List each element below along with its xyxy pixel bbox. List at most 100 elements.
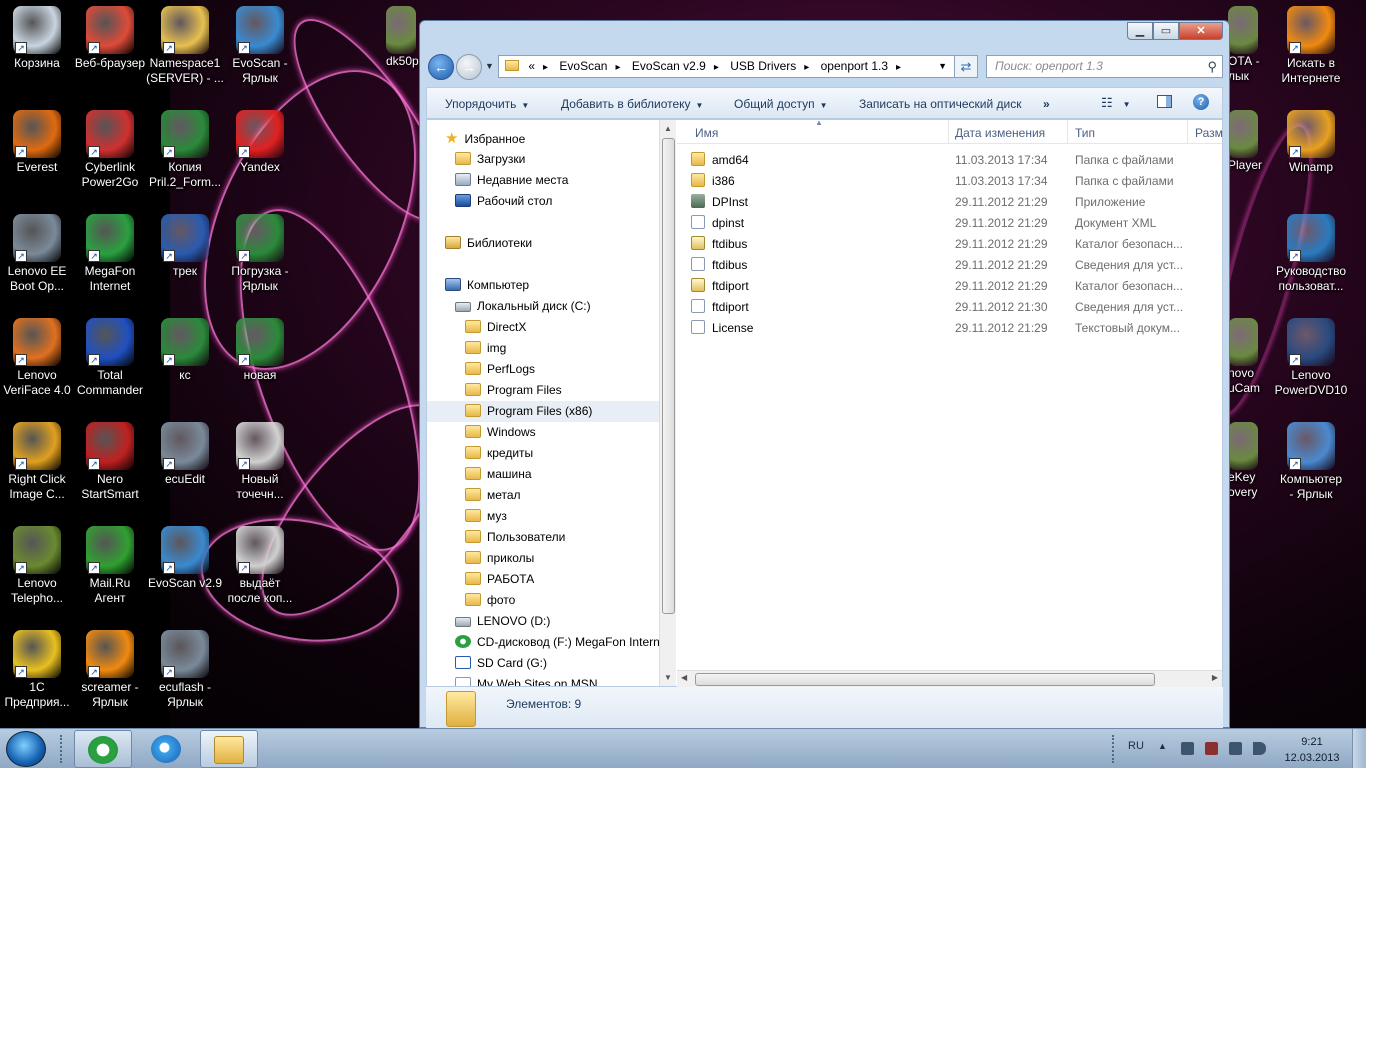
scroll-down-arrow[interactable]: ▼ xyxy=(664,673,672,682)
desktop-icon-onekey-partial[interactable]: eKey overy xyxy=(1228,422,1268,500)
desktop-icon-novaya-xls[interactable]: ↗ новая xyxy=(221,318,299,383)
column-separator[interactable] xyxy=(1067,120,1068,144)
nav-cd-drive-f[interactable]: CD-дисковод (F:) MegaFon Interne xyxy=(455,632,659,653)
file-row[interactable]: ftdibus 29.11.2012 21:29 Каталог безопасн.… xyxy=(691,234,1211,255)
desktop-icon-right-click-image[interactable]: ↗ Right Click Image C... xyxy=(0,422,76,502)
column-date[interactable]: Дата изменения xyxy=(955,126,1045,140)
file-row[interactable]: i386 11.03.2013 17:34 Папка с файлами xyxy=(691,171,1211,192)
column-size[interactable]: Разм xyxy=(1195,126,1223,140)
breadcrumb-usb-drivers[interactable]: USB Drivers xyxy=(730,59,796,73)
scroll-right-arrow[interactable]: ▶ xyxy=(1212,673,1218,682)
organize-button[interactable]: Упорядочить ▼ xyxy=(445,97,529,111)
nav-local-disk-c[interactable]: Локальный диск (C:) xyxy=(455,296,591,317)
network-error-icon[interactable] xyxy=(1205,742,1218,755)
nav-msn-web-sites[interactable]: My Web Sites on MSN xyxy=(455,674,597,686)
desktop-icon-computer-shortcut[interactable]: ↗ Компьютер - Ярлык xyxy=(1268,422,1354,502)
desktop-icon-search-internet[interactable]: ↗ Искать в Интернете xyxy=(1268,6,1354,86)
desktop-icon-screamer-shortcut[interactable]: ↗ screamer - Ярлык xyxy=(71,630,149,710)
nav-folder[interactable]: метал xyxy=(465,485,521,506)
desktop-icon-kopiya-pril[interactable]: ↗ Копия Pril.2_Form... xyxy=(146,110,224,190)
nav-folder[interactable]: Program Files (x86) xyxy=(427,401,659,422)
nav-folder[interactable]: РАБОТА xyxy=(465,569,534,590)
preview-pane-button[interactable] xyxy=(1157,95,1172,111)
file-row[interactable]: amd64 11.03.2013 17:34 Папка с файлами xyxy=(691,150,1211,171)
show-hidden-icons[interactable]: ▲ xyxy=(1158,741,1167,751)
desktop-icon-everest[interactable]: ↗ Everest xyxy=(0,110,76,175)
nav-folder[interactable]: img xyxy=(465,338,506,359)
horizontal-scrollbar[interactable]: ◀ ▶ xyxy=(677,670,1222,687)
nav-favorites[interactable]: ★ Избранное xyxy=(445,128,525,149)
address-bar[interactable]: « ▸ EvoScan ▸ EvoScan v2.9 ▸ USB Drivers ▸ o… xyxy=(498,55,978,78)
desktop-icon-megafon-internet[interactable]: ↗ MegaFon Internet xyxy=(71,214,149,294)
back-button[interactable]: ← xyxy=(428,54,454,80)
nav-sd-card-g[interactable]: SD Card (G:) xyxy=(455,653,547,674)
breadcrumb-openport[interactable]: openport 1.3 xyxy=(821,59,888,73)
desktop-icon-nero-startsmart[interactable]: ↗ Nero StartSmart xyxy=(71,422,149,502)
taskbar-internet-explorer[interactable] xyxy=(138,730,196,768)
share-button[interactable]: Общий доступ ▼ xyxy=(734,97,828,111)
desktop-icon-yandex[interactable]: ↗ Yandex xyxy=(221,110,299,175)
desktop-icon-evoscan-v29[interactable]: ↗ EvoScan v2.9 xyxy=(146,526,224,591)
file-row[interactable]: ftdiport 29.11.2012 21:30 Сведения для уст… xyxy=(691,297,1211,318)
volume-icon[interactable] xyxy=(1253,742,1266,755)
refresh-button[interactable]: ⇄ xyxy=(954,55,978,78)
burn-button[interactable]: Записать на оптический диск xyxy=(859,97,1022,111)
close-button[interactable]: ✕ xyxy=(1179,22,1223,40)
column-name[interactable]: Имя xyxy=(695,126,718,140)
breadcrumb-overflow[interactable]: « xyxy=(528,59,535,73)
desktop-icon-ecuflash-shortcut[interactable]: ↗ ecuflash - Ярлык xyxy=(146,630,224,710)
file-row[interactable]: dpinst 29.11.2012 21:29 Документ XML xyxy=(691,213,1211,234)
nav-folder[interactable]: Program Files xyxy=(465,380,562,401)
scroll-thumb[interactable] xyxy=(662,138,675,614)
nav-folder[interactable]: приколы xyxy=(465,548,534,569)
nav-libraries[interactable]: Библиотеки xyxy=(445,233,532,254)
maximize-button[interactable]: ▭ xyxy=(1153,22,1179,40)
desktop-icon-lenovo-ucam-partial[interactable]: novo uCam xyxy=(1228,318,1268,396)
scroll-thumb[interactable] xyxy=(695,673,1155,686)
desktop-icon-novy-tochechny[interactable]: ↗ Новый точечн... xyxy=(221,422,299,502)
nav-recent-places[interactable]: Недавние места xyxy=(455,170,568,191)
breadcrumb-evoscan[interactable]: EvoScan xyxy=(559,59,607,73)
nav-downloads[interactable]: Загрузки xyxy=(455,149,525,170)
desktop-icon-cyberlink-power2go[interactable]: ↗ Cyberlink Power2Go xyxy=(71,110,149,190)
search-input[interactable]: Поиск: openport 1.3 ⚲ xyxy=(986,55,1223,78)
desktop-icon-lenovo-powerdvd[interactable]: ↗ Lenovo PowerDVD10 xyxy=(1268,318,1354,398)
view-options-button[interactable]: ☷ ▼ xyxy=(1101,95,1131,111)
breadcrumb-evoscan-v29[interactable]: EvoScan v2.9 xyxy=(632,59,706,73)
nav-folder[interactable]: Пользователи xyxy=(465,527,565,548)
desktop-icon-recycle-bin[interactable]: ↗ Корзина xyxy=(0,6,76,71)
file-row[interactable]: ftdibus 29.11.2012 21:29 Сведения для уст.… xyxy=(691,255,1211,276)
nav-folder[interactable]: Windows xyxy=(465,422,536,443)
column-type[interactable]: Тип xyxy=(1075,126,1095,140)
show-desktop-button[interactable] xyxy=(1352,729,1366,768)
nav-folder[interactable]: муз xyxy=(465,506,507,527)
desktop-icon-lenovo-veriface[interactable]: ↗ Lenovo VeriFace 4.0 xyxy=(0,318,76,398)
desktop-icon-winamp[interactable]: ↗ Winamp xyxy=(1268,110,1354,175)
desktop-icon-mailru-agent[interactable]: ↗ Mail.Ru Агент xyxy=(71,526,149,606)
language-indicator[interactable]: RU xyxy=(1128,740,1144,752)
nav-lenovo-d[interactable]: LENOVO (D:) xyxy=(455,611,550,632)
minimize-button[interactable]: ▁ xyxy=(1127,22,1153,40)
taskbar-mailru-agent[interactable] xyxy=(74,730,132,768)
forward-button[interactable]: → xyxy=(456,54,482,80)
desktop-icon-trek-doc[interactable]: ↗ трек xyxy=(146,214,224,279)
scroll-up-arrow[interactable]: ▲ xyxy=(664,124,672,133)
file-row[interactable]: DPInst 29.11.2012 21:29 Приложение xyxy=(691,192,1211,213)
more-commands-button[interactable]: » xyxy=(1043,97,1050,111)
desktop-icon-lenovo-ee-boot[interactable]: ↗ Lenovo EE Boot Op... xyxy=(0,214,76,294)
desktop-icon-web-browser[interactable]: ↗ Веб-браузер xyxy=(71,6,149,71)
clock[interactable]: 9:21 12.03.2013 xyxy=(1276,734,1348,766)
desktop-icon-vydaet-posle[interactable]: ↗ выдаёт после коп... xyxy=(221,526,299,606)
nav-folder[interactable]: машина xyxy=(465,464,532,485)
desktop-icon-namespace1[interactable]: ↗ Namespace1 (SERVER) - ... xyxy=(146,6,224,86)
file-row[interactable]: ftdiport 29.11.2012 21:29 Каталог безопасн… xyxy=(691,276,1211,297)
nav-folder[interactable]: фото xyxy=(465,590,515,611)
desktop-icon-ecuedit[interactable]: ↗ ecuEdit xyxy=(146,422,224,487)
desktop-icon-ota-partial[interactable]: ОТА - лык xyxy=(1228,6,1268,84)
desktop-icon-evoscan-shortcut[interactable]: ↗ EvoScan - Ярлык xyxy=(221,6,299,86)
network-icon[interactable] xyxy=(1229,742,1242,755)
nav-folder[interactable]: PerfLogs xyxy=(465,359,535,380)
scroll-left-arrow[interactable]: ◀ xyxy=(681,673,687,682)
desktop-icon-lenovo-user-guide[interactable]: ↗ Руководство пользоват... xyxy=(1268,214,1354,294)
address-dropdown-icon[interactable]: ▼ xyxy=(938,56,947,77)
